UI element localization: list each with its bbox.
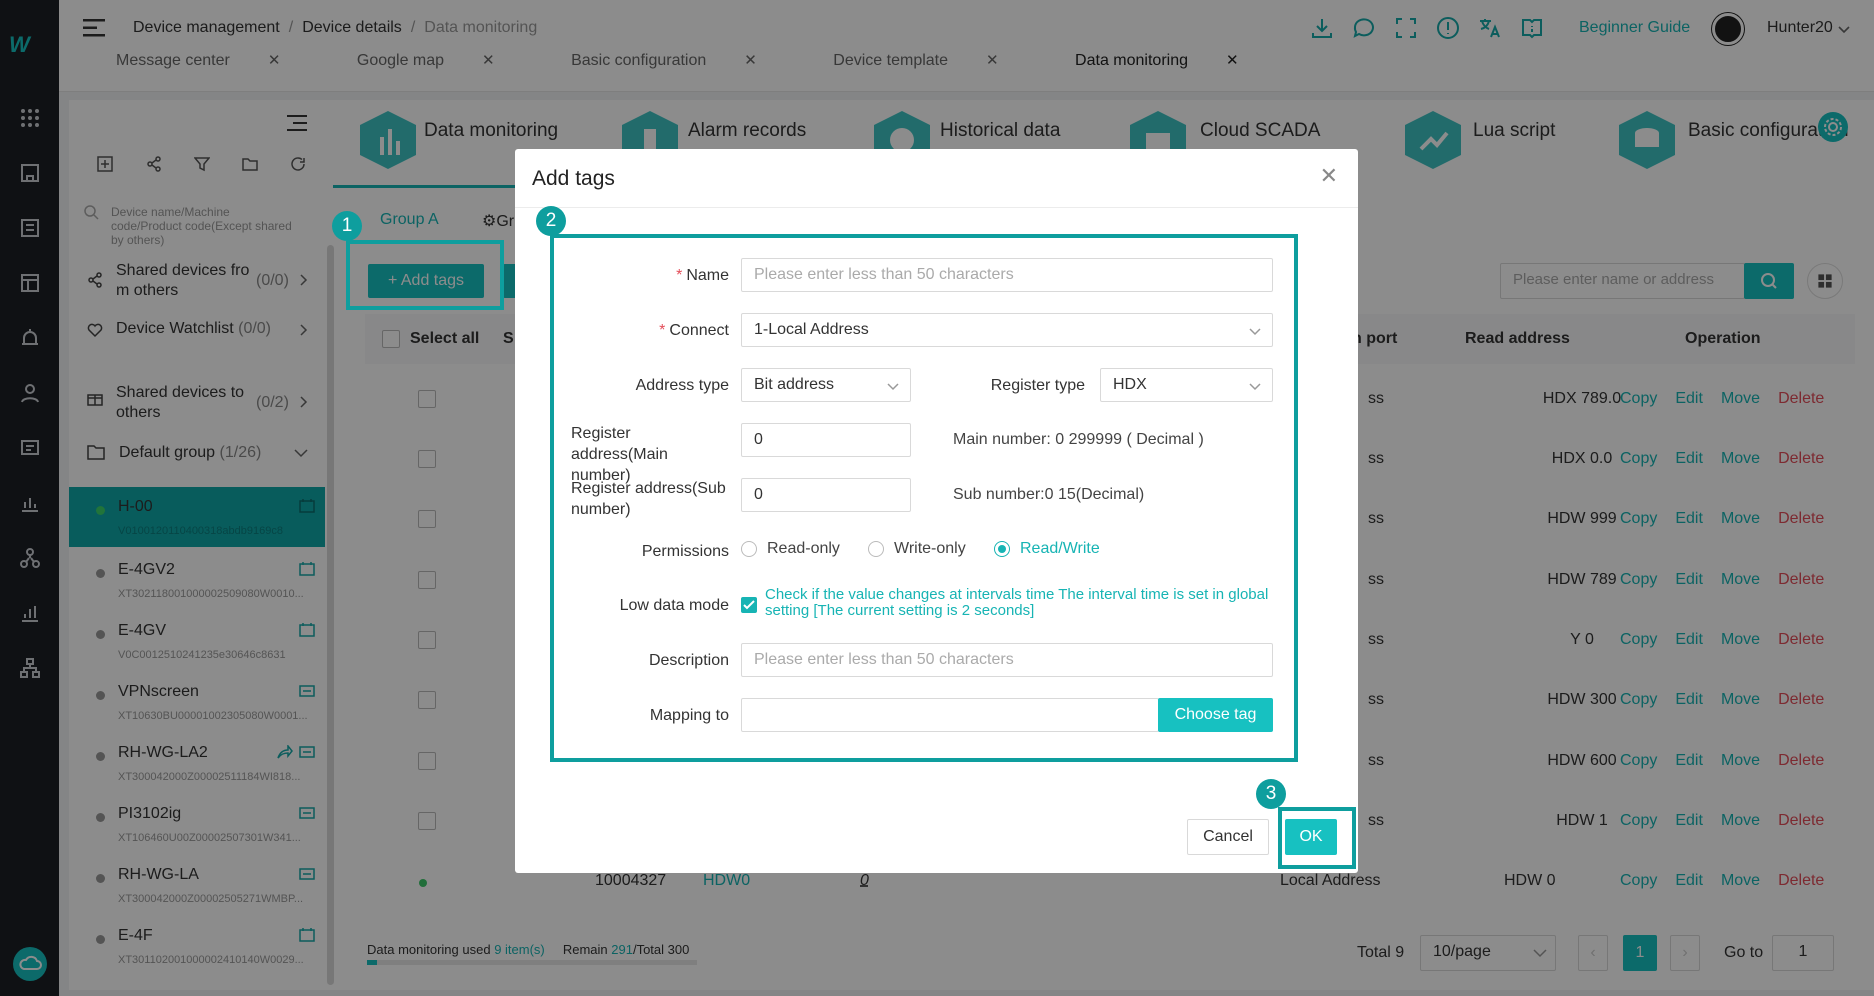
highlight-ok (1278, 807, 1356, 869)
highlight-form (550, 234, 1298, 762)
close-icon[interactable]: ✕ (1320, 163, 1338, 189)
dialog-title: Add tags (532, 167, 615, 190)
step-badge-3: 3 (1256, 779, 1286, 809)
highlight-add-tags (346, 240, 504, 310)
cancel-button[interactable]: Cancel (1187, 819, 1269, 855)
dialog-divider (515, 207, 1358, 208)
step-badge-1: 1 (332, 211, 362, 241)
step-badge-2: 2 (536, 206, 566, 236)
